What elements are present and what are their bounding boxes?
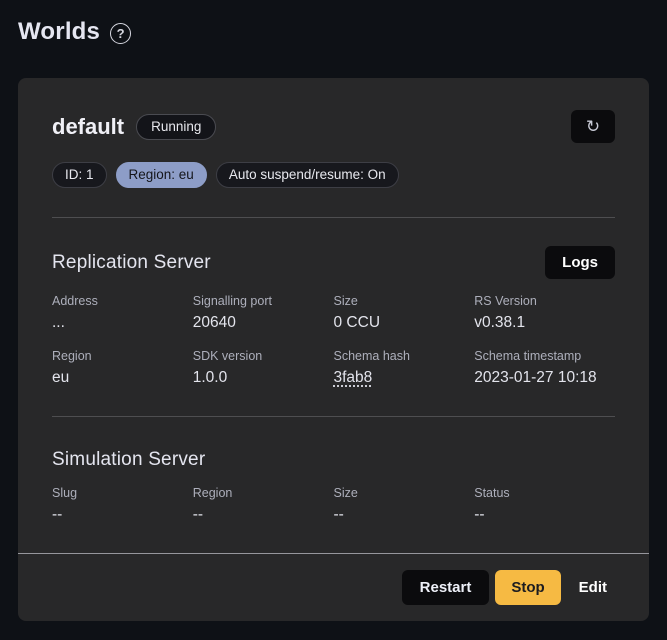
field-value: v0.38.1	[474, 314, 615, 332]
divider	[52, 416, 615, 417]
field-label: Region	[52, 349, 193, 363]
field-region: Region eu	[52, 349, 193, 387]
world-title-row: default Running ↻	[52, 110, 615, 143]
field-schema-hash: Schema hash 3fab8	[334, 349, 475, 387]
field-value: 1.0.0	[193, 369, 334, 387]
field-rs-version: RS Version v0.38.1	[474, 294, 615, 332]
divider	[52, 217, 615, 218]
world-card-body: default Running ↻ ID: 1 Region: eu Auto …	[18, 78, 649, 553]
replication-server-header: Replication Server Logs	[52, 246, 615, 279]
world-card-footer: Restart Stop Edit	[18, 553, 649, 621]
field-value: 0 CCU	[334, 314, 475, 332]
field-size: Size 0 CCU	[334, 294, 475, 332]
field-value: 2023-01-27 10:18	[474, 369, 615, 387]
field-label: Size	[334, 294, 475, 308]
schema-hash-value[interactable]: 3fab8	[334, 369, 373, 387]
field-label: Size	[334, 486, 475, 500]
world-region-pill: Region: eu	[116, 162, 207, 188]
field-sdk-version: SDK version 1.0.0	[193, 349, 334, 387]
logs-button[interactable]: Logs	[545, 246, 615, 279]
field-label: SDK version	[193, 349, 334, 363]
refresh-button[interactable]: ↻	[571, 110, 615, 143]
field-value: --	[193, 506, 334, 524]
world-card: default Running ↻ ID: 1 Region: eu Auto …	[18, 78, 649, 621]
world-meta-pills: ID: 1 Region: eu Auto suspend/resume: On	[52, 162, 615, 188]
field-label: Schema hash	[334, 349, 475, 363]
restart-button[interactable]: Restart	[402, 570, 490, 605]
field-label: Region	[193, 486, 334, 500]
field-value: --	[334, 506, 475, 524]
field-label: Address	[52, 294, 193, 308]
status-badge: Running	[136, 114, 216, 140]
page-header: Worlds ?	[0, 0, 667, 52]
field-sim-size: Size --	[334, 486, 475, 524]
field-label: Schema timestamp	[474, 349, 615, 363]
help-icon[interactable]: ?	[110, 23, 131, 44]
replication-server-heading: Replication Server	[52, 252, 211, 274]
simulation-server-header: Simulation Server	[52, 449, 615, 471]
edit-button[interactable]: Edit	[567, 570, 619, 605]
page-title: Worlds	[18, 18, 100, 46]
world-name: default	[52, 114, 124, 140]
simulation-server-fields: Slug -- Region -- Size -- Status --	[52, 486, 615, 524]
field-signalling-port: Signalling port 20640	[193, 294, 334, 332]
replication-server-fields: Address ... Signalling port 20640 Size 0…	[52, 294, 615, 387]
field-label: Status	[474, 486, 615, 500]
field-slug: Slug --	[52, 486, 193, 524]
field-sim-region: Region --	[193, 486, 334, 524]
field-label: Slug	[52, 486, 193, 500]
stop-button[interactable]: Stop	[495, 570, 560, 605]
field-schema-timestamp: Schema timestamp 2023-01-27 10:18	[474, 349, 615, 387]
simulation-server-heading: Simulation Server	[52, 449, 205, 471]
field-value: eu	[52, 369, 193, 387]
world-id-pill: ID: 1	[52, 162, 107, 188]
field-value: 20640	[193, 314, 334, 332]
refresh-icon: ↻	[586, 118, 600, 135]
auto-suspend-pill: Auto suspend/resume: On	[216, 162, 399, 188]
field-address: Address ...	[52, 294, 193, 332]
field-value: --	[52, 506, 193, 524]
field-sim-status: Status --	[474, 486, 615, 524]
field-label: Signalling port	[193, 294, 334, 308]
field-value: --	[474, 506, 615, 524]
field-label: RS Version	[474, 294, 615, 308]
field-value: ...	[52, 314, 193, 332]
